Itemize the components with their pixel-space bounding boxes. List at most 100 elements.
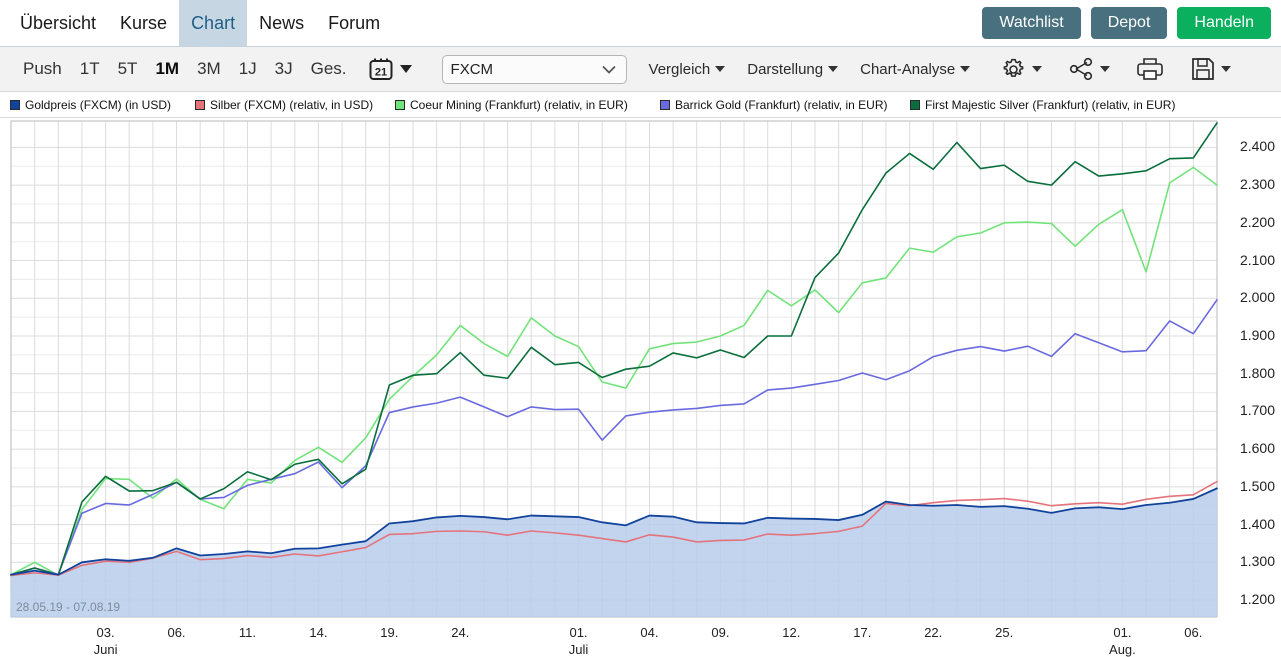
chevron-down-icon xyxy=(715,66,725,72)
chevron-down-icon xyxy=(960,66,970,72)
x-axis-tick-label: 25. xyxy=(995,625,1013,640)
symbol-select[interactable]: FXCM xyxy=(442,55,627,84)
y-axis-tick-label: 2.400 xyxy=(1240,138,1275,154)
x-tick-day: 22. xyxy=(924,625,942,640)
x-tick-day: 24. xyxy=(451,625,469,640)
legend-swatch-icon xyxy=(910,100,920,110)
x-axis-tick-label: 04. xyxy=(640,625,658,640)
chevron-down-icon xyxy=(1100,66,1110,72)
menu-vergleich[interactable]: Vergleich xyxy=(649,61,726,78)
x-tick-day: 06. xyxy=(1184,625,1202,640)
y-axis-tick-label: 1.900 xyxy=(1240,327,1275,343)
y-axis-tick-label: 1.300 xyxy=(1240,553,1275,569)
range-button-5t[interactable]: 5T xyxy=(109,59,147,79)
share-nodes-icon xyxy=(1068,57,1095,81)
gear-icon xyxy=(1000,56,1027,83)
legend-item-1[interactable]: Silber (FXCM) (relativ, in USD) xyxy=(195,98,373,112)
legend-label: Silber (FXCM) (relativ, in USD) xyxy=(210,98,373,112)
toolbar-menu-group: Vergleich Darstellung Chart-Analyse xyxy=(627,61,971,78)
chart-date-range-label: 28.05.19 - 07.08.19 xyxy=(16,600,120,614)
x-tick-day: 09. xyxy=(711,625,729,640)
x-axis-tick-label: 12. xyxy=(782,625,800,640)
legend-item-0[interactable]: Goldpreis (FXCM) (in USD) xyxy=(10,98,171,112)
legend-item-4[interactable]: First Majestic Silver (Frankfurt) (relat… xyxy=(910,98,1175,112)
x-tick-day: 19. xyxy=(380,625,398,640)
legend-item-2[interactable]: Coeur Mining (Frankfurt) (relativ, in EU… xyxy=(395,98,628,112)
settings-button[interactable] xyxy=(1000,56,1042,83)
x-axis-tick-label: 06. xyxy=(167,625,185,640)
x-tick-month: Aug. xyxy=(1109,642,1136,657)
legend-swatch-icon xyxy=(10,100,20,110)
x-axis-tick-label: 24. xyxy=(451,625,469,640)
x-tick-day: 03. xyxy=(97,625,115,640)
save-floppy-icon xyxy=(1190,56,1216,82)
chart-plot-area[interactable]: 2.4002.3002.2002.1002.0001.9001.8001.700… xyxy=(0,119,1281,653)
menu-label: Vergleich xyxy=(649,61,711,78)
legend-label: Barrick Gold (Frankfurt) (relativ, in EU… xyxy=(675,98,887,112)
nav-item-kurse[interactable]: Kurse xyxy=(108,0,179,46)
x-axis-tick-label: 01. Juli xyxy=(569,625,589,657)
y-axis-tick-label: 1.500 xyxy=(1240,478,1275,494)
x-tick-day: 01. xyxy=(1113,625,1131,640)
range-button-ges[interactable]: Ges. xyxy=(302,59,356,79)
nav-item-chart[interactable]: Chart xyxy=(179,0,247,46)
x-tick-day: 06. xyxy=(167,625,185,640)
legend-item-3[interactable]: Barrick Gold (Frankfurt) (relativ, in EU… xyxy=(660,98,887,112)
menu-label: Darstellung xyxy=(747,61,823,78)
nav-item-news[interactable]: News xyxy=(247,0,316,46)
x-axis-tick-label: 11. xyxy=(239,625,256,640)
x-tick-day: 01. xyxy=(569,625,587,640)
y-axis-tick-label: 1.200 xyxy=(1240,591,1275,607)
legend-label: Coeur Mining (Frankfurt) (relativ, in EU… xyxy=(410,98,628,112)
x-axis-tick-label: 19. xyxy=(380,625,398,640)
x-axis-tick-label: 03. Juni xyxy=(94,625,118,657)
chevron-down-icon xyxy=(400,65,412,73)
x-axis-tick-label: 01. Aug. xyxy=(1109,625,1136,657)
calendar-picker-button[interactable]: 21 xyxy=(368,56,412,82)
depot-button[interactable]: Depot xyxy=(1091,7,1168,39)
calendar-21-icon: 21 xyxy=(368,56,394,82)
y-axis-tick-label: 2.100 xyxy=(1240,252,1275,268)
print-button[interactable] xyxy=(1136,56,1164,82)
save-button[interactable] xyxy=(1190,56,1231,82)
menu-darstellung[interactable]: Darstellung xyxy=(747,61,838,78)
x-tick-day: 14. xyxy=(309,625,327,640)
range-button-3j[interactable]: 3J xyxy=(266,59,302,79)
nav-item-list: ÜbersichtKurseChartNewsForum xyxy=(8,0,392,46)
nav-item-bersicht[interactable]: Übersicht xyxy=(8,0,108,46)
chevron-down-icon xyxy=(1032,66,1042,72)
range-button-push[interactable]: Push xyxy=(14,59,71,79)
range-button-1m[interactable]: 1M xyxy=(146,59,188,79)
x-tick-day: 17. xyxy=(853,625,871,640)
y-axis-tick-label: 1.600 xyxy=(1240,440,1275,456)
x-axis-tick-label: 06. xyxy=(1184,625,1202,640)
x-tick-month: Juli xyxy=(569,642,589,657)
share-button[interactable] xyxy=(1068,57,1110,81)
menu-label: Chart-Analyse xyxy=(860,61,955,78)
y-axis-tick-label: 1.700 xyxy=(1240,402,1275,418)
watchlist-button[interactable]: Watchlist xyxy=(982,7,1080,39)
x-tick-month: Juni xyxy=(94,642,118,657)
x-axis-tick-label: 17. xyxy=(853,625,871,640)
chart-toolbar: Push1T5T1M3M1J3JGes. 21 FXCM Vergleich Da… xyxy=(0,47,1281,92)
x-tick-day: 11. xyxy=(239,625,256,640)
range-button-1t[interactable]: 1T xyxy=(71,59,109,79)
printer-icon xyxy=(1136,56,1164,82)
legend-swatch-icon xyxy=(395,100,405,110)
handeln-button[interactable]: Handeln xyxy=(1177,7,1271,39)
y-axis-tick-label: 1.400 xyxy=(1240,516,1275,532)
y-axis-tick-label: 1.800 xyxy=(1240,365,1275,381)
symbol-select-wrapper: FXCM xyxy=(427,55,627,84)
svg-text:21: 21 xyxy=(374,67,386,79)
menu-chart-analyse[interactable]: Chart-Analyse xyxy=(860,61,970,78)
y-axis-tick-label: 2.300 xyxy=(1240,176,1275,192)
legend-label: Goldpreis (FXCM) (in USD) xyxy=(25,98,171,112)
top-navigation-bar: ÜbersichtKurseChartNewsForum Watchlist De… xyxy=(0,0,1281,47)
range-button-1j[interactable]: 1J xyxy=(230,59,266,79)
range-button-3m[interactable]: 3M xyxy=(188,59,230,79)
legend-label: First Majestic Silver (Frankfurt) (relat… xyxy=(925,98,1175,112)
x-tick-day: 25. xyxy=(995,625,1013,640)
nav-item-forum[interactable]: Forum xyxy=(316,0,392,46)
chevron-down-icon xyxy=(828,66,838,72)
x-axis-tick-label: 22. xyxy=(924,625,942,640)
